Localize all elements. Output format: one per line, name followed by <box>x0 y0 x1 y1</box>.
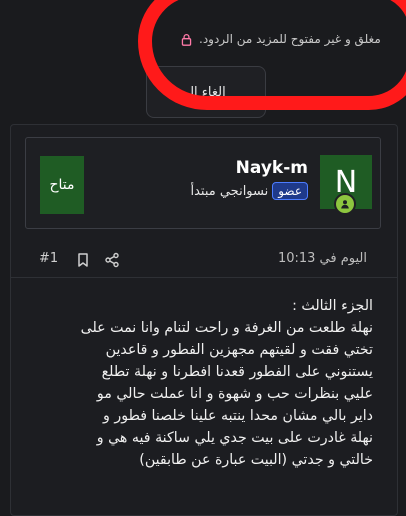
post-line: عليي بنظرات حب و شهوة و انا عملت حالي مو <box>96 386 373 402</box>
post-body: الجزء الثالث : نهلة طلعت من الغرفة و راح… <box>41 295 373 471</box>
post-number[interactable]: #1 <box>39 251 58 266</box>
username-link[interactable]: Nayk-m <box>236 158 308 178</box>
share-icon[interactable] <box>104 252 120 268</box>
post-line: يستنوني على الفطور قعدنا افطرنا و نهلة ت… <box>101 364 373 380</box>
user-title-row: نسوانجي مبتدأ عضو <box>190 182 308 200</box>
post-line: خالتي و جدتي (البيت عبارة عن طابقين) <box>139 452 373 468</box>
user-title: نسوانجي مبتدأ <box>190 183 269 199</box>
post-container: N Nayk-m نسوانجي مبتدأ عضو متاح اليوم في… <box>10 124 398 516</box>
unwatch-button-label: إلغاء الـ <box>186 84 226 100</box>
status-badge: متاح <box>40 156 84 214</box>
user-icon <box>341 200 349 209</box>
member-badge: عضو <box>272 182 308 200</box>
online-status-icon <box>334 193 356 215</box>
unwatch-button[interactable]: إلغاء الـ <box>146 66 266 118</box>
notice-text: مغلق و غير مفتوح للمزيد من الردود. <box>199 32 381 46</box>
bookmark-icon[interactable] <box>75 252 91 268</box>
post-line: تختي فقت و لقيتهم مجهزين الفطور و قاعدين <box>105 342 373 358</box>
post-meta: اليوم في 10:13 #1 <box>11 243 397 278</box>
thread-locked-notice: مغلق و غير مفتوح للمزيد من الردود. <box>180 28 394 50</box>
post-line: الجزء الثالث : <box>292 298 373 314</box>
post-line: داير بالي مشان محدا ينتبه علينا خلصنا فط… <box>103 408 373 424</box>
post-date[interactable]: اليوم في 10:13 <box>278 251 367 266</box>
post-line: نهلة طلعت من الغرفة و راحت لتنام وانا نم… <box>80 320 373 336</box>
post-line: نهلة غادرت على بيت جدي يلي ساكنة فيه هي … <box>96 430 373 446</box>
user-card: N Nayk-m نسوانجي مبتدأ عضو متاح <box>25 137 381 229</box>
lock-icon <box>181 33 192 46</box>
avatar[interactable]: N <box>320 155 372 215</box>
